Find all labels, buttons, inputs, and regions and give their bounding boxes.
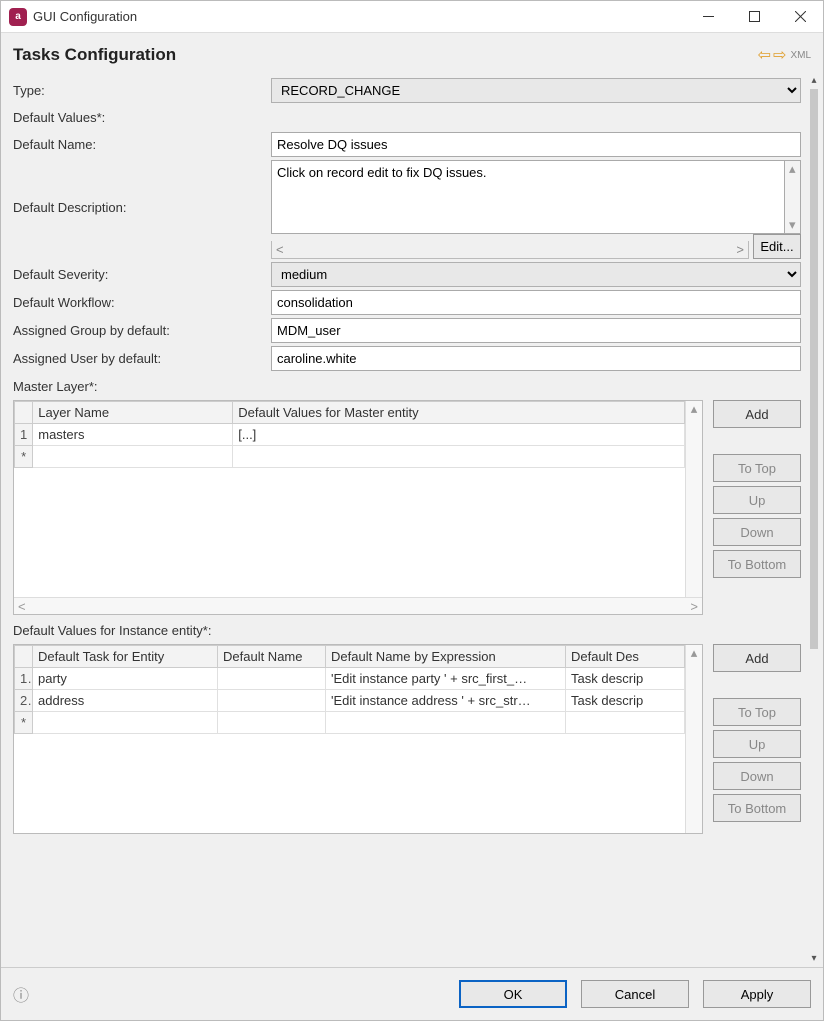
textarea-hscrollbar[interactable]: <> — [271, 241, 749, 259]
table-header-row: Default Task for Entity Default Name Def… — [15, 646, 685, 668]
default-name-label: Default Name: — [13, 133, 271, 156]
master-to-top-button[interactable]: To Top — [713, 454, 801, 482]
col-desc[interactable]: Default Des — [566, 646, 685, 668]
table-new-row[interactable]: * — [15, 446, 685, 468]
close-button[interactable] — [777, 1, 823, 33]
col-entity[interactable]: Default Task for Entity — [33, 646, 218, 668]
col-default-name[interactable]: Default Name — [218, 646, 326, 668]
assigned-user-label: Assigned User by default: — [13, 347, 271, 370]
table-new-row[interactable]: * — [15, 712, 685, 734]
edit-description-button[interactable]: Edit... — [753, 234, 801, 259]
page-header: Tasks Configuration ⇦ ⇨ XML — [1, 33, 823, 71]
instance-section-label: Default Values for Instance entity*: — [13, 623, 801, 638]
titlebar: a GUI Configuration — [1, 1, 823, 33]
table-row[interactable]: 2 address 'Edit instance address ' + src… — [15, 690, 685, 712]
table-header-row: Layer Name Default Values for Master ent… — [15, 402, 685, 424]
table-row[interactable]: 1 masters [...] — [15, 424, 685, 446]
master-down-button[interactable]: Down — [713, 518, 801, 546]
default-values-label: Default Values*: — [13, 106, 271, 129]
type-select[interactable]: RECORD_CHANGE — [271, 78, 801, 103]
master-up-button[interactable]: Up — [713, 486, 801, 514]
assigned-user-input[interactable] — [271, 346, 801, 371]
master-to-bottom-button[interactable]: To Bottom — [713, 550, 801, 578]
instance-grid[interactable]: Default Task for Entity Default Name Def… — [13, 644, 703, 834]
default-description-textarea[interactable]: Click on record edit to fix DQ issues. — [271, 160, 785, 234]
default-workflow-input[interactable] — [271, 290, 801, 315]
minimize-button[interactable] — [685, 1, 731, 33]
grid-vscrollbar[interactable]: ▴ — [685, 401, 702, 597]
nav-forward-icon[interactable]: ⇨ — [773, 45, 786, 65]
textarea-scrollbar[interactable]: ▴▾ — [785, 160, 801, 234]
instance-to-top-button[interactable]: To Top — [713, 698, 801, 726]
xml-link[interactable]: XML — [790, 50, 811, 61]
table-row[interactable]: 1 party 'Edit instance party ' + src_fir… — [15, 668, 685, 690]
dialog-footer: ⓘ OK Cancel Apply — [1, 967, 823, 1020]
default-description-label: Default Description: — [13, 160, 271, 219]
col-master-defaults[interactable]: Default Values for Master entity — [233, 402, 685, 424]
master-layer-grid[interactable]: Layer Name Default Values for Master ent… — [13, 400, 703, 615]
page-title: Tasks Configuration — [13, 45, 758, 65]
app-icon: a — [9, 8, 27, 26]
assigned-group-label: Assigned Group by default: — [13, 319, 271, 342]
form-content: Type: RECORD_CHANGE Default Values*: Def… — [1, 71, 805, 967]
instance-up-button[interactable]: Up — [713, 730, 801, 758]
grid-vscrollbar[interactable]: ▴ — [685, 645, 702, 833]
default-name-input[interactable] — [271, 132, 801, 157]
nav-back-icon[interactable]: ⇦ — [758, 45, 771, 65]
instance-down-button[interactable]: Down — [713, 762, 801, 790]
type-label: Type: — [13, 79, 271, 102]
master-add-button[interactable]: Add — [713, 400, 801, 428]
maximize-button[interactable] — [731, 1, 777, 33]
cancel-button[interactable]: Cancel — [581, 980, 689, 1008]
master-layer-label: Master Layer*: — [13, 379, 801, 394]
default-workflow-label: Default Workflow: — [13, 291, 271, 314]
page-vscrollbar[interactable]: ▴ ▾ — [805, 71, 823, 967]
instance-to-bottom-button[interactable]: To Bottom — [713, 794, 801, 822]
default-severity-label: Default Severity: — [13, 263, 271, 286]
instance-add-button[interactable]: Add — [713, 644, 801, 672]
default-severity-select[interactable]: medium — [271, 262, 801, 287]
apply-button[interactable]: Apply — [703, 980, 811, 1008]
col-expr[interactable]: Default Name by Expression — [326, 646, 566, 668]
help-icon[interactable]: ⓘ — [13, 982, 29, 1006]
window-title: GUI Configuration — [33, 9, 685, 24]
grid-hscrollbar[interactable]: <> — [14, 597, 702, 614]
ok-button[interactable]: OK — [459, 980, 567, 1008]
assigned-group-input[interactable] — [271, 318, 801, 343]
col-layer-name[interactable]: Layer Name — [33, 402, 233, 424]
